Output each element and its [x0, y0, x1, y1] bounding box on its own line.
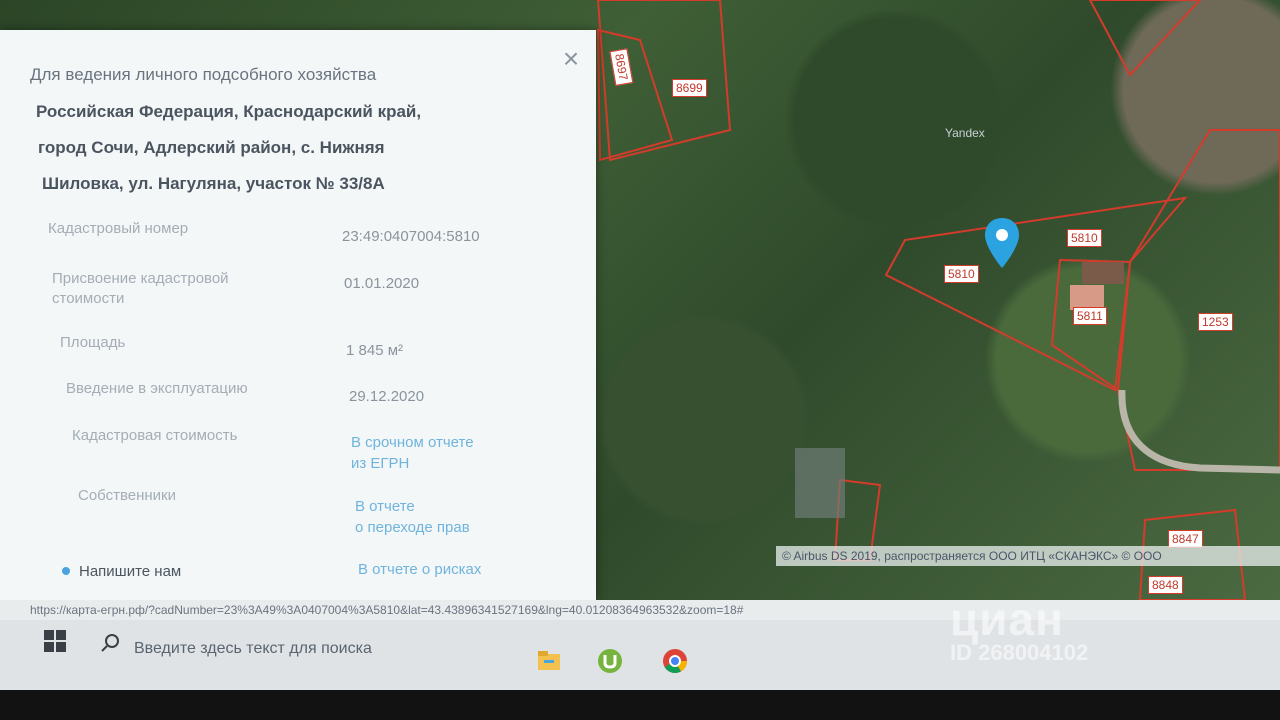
building [1082, 262, 1124, 284]
cian-logo: циан [950, 593, 1064, 645]
plot-label-5811[interactable]: 5811 [1073, 307, 1107, 325]
cadastral-number-value: 23:49:0407004:5810 [342, 228, 480, 245]
chrome-icon[interactable] [662, 648, 688, 674]
area-label: Площадь [60, 334, 126, 351]
listing-id: ID 268004102 [950, 640, 1089, 665]
plot-boundary-5810 [884, 196, 1188, 392]
address-line-1: Российская Федерация, Краснодарский край… [36, 102, 422, 121]
valuation-date-value: 01.01.2020 [344, 275, 420, 292]
risk-report-link[interactable]: В отчете о рисках [358, 561, 481, 578]
close-icon[interactable]: × [558, 45, 584, 73]
valuation-date-label-2: стоимости [52, 290, 125, 307]
map-provider-watermark: Yandex [945, 126, 985, 140]
parcel-purpose: Для ведения личного подсобного хозяйства [30, 65, 377, 84]
urgent-report-link[interactable]: В срочном отчете [351, 434, 474, 451]
area-value: 1 845 м² [346, 342, 404, 359]
cadastral-number-label: Кадастровый номер [48, 220, 189, 237]
monitor-bezel [0, 690, 1280, 720]
address-line-3: Шиловка, ул. Нагуляна, участок № 33/8А [42, 174, 385, 193]
file-explorer-icon[interactable] [536, 648, 562, 674]
plot-boundary-north [1088, 0, 1202, 77]
ownership-report-link[interactable]: В отчете [355, 498, 415, 515]
address-line-2: город Сочи, Адлерский район, с. Нижняя [38, 138, 385, 157]
commissioning-value: 29.12.2020 [349, 388, 425, 405]
owners-label: Собственники [78, 487, 176, 504]
location-pin-icon[interactable] [985, 218, 1019, 268]
greenhouse [795, 448, 845, 518]
search-icon[interactable] [100, 632, 122, 654]
chat-button[interactable]: Напишите нам [79, 563, 181, 580]
parcel-info-card: × Для ведения личного подсобного хозяйст… [0, 30, 596, 600]
chat-status-dot [62, 567, 70, 575]
cian-watermark: циан ID 268004102 [950, 592, 1088, 666]
cadastral-value-label: Кадастровая стоимость [72, 427, 238, 444]
ownership-report-link-2[interactable]: о переходе прав [355, 519, 470, 536]
plot-boundary-1253 [1116, 129, 1280, 471]
urgent-report-link-2[interactable]: из ЕГРН [351, 455, 409, 472]
plot-label-8848[interactable]: 8848 [1148, 576, 1183, 594]
map-attribution: © Airbus DS 2019, распространяется ООО И… [776, 546, 1280, 566]
plot-label-5810-b[interactable]: 5810 [944, 265, 979, 283]
plot-label-8699[interactable]: 8699 [672, 79, 707, 97]
taskbar-search-input[interactable]: Введите здесь текст для поиска [134, 640, 372, 658]
road [1118, 389, 1280, 474]
plot-label-5810-a[interactable]: 5810 [1067, 229, 1102, 247]
valuation-date-label: Присвоение кадастровой [52, 270, 229, 287]
commissioning-label: Введение в эксплуатацию [66, 380, 248, 397]
windows-start-icon[interactable] [44, 630, 66, 652]
utorrent-icon[interactable] [597, 648, 623, 674]
plot-label-1253[interactable]: 1253 [1198, 313, 1233, 331]
